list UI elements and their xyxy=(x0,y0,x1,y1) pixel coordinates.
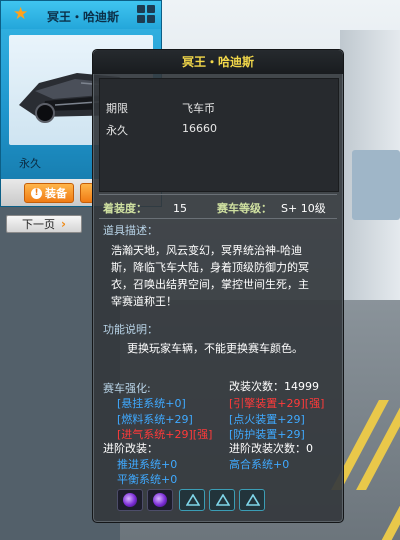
price-box: 期限 飞车币 永久 16660 xyxy=(99,78,339,192)
advanced-mod-item: 平衡系统+0 xyxy=(117,473,178,486)
item-card-title: 冥王・哈迪斯 xyxy=(47,10,120,24)
mod-count: 改装次数：14999 xyxy=(229,380,319,393)
car-level-value: S+ 10级 xyxy=(281,202,326,215)
function-text: 更换玩家车辆，不能更换赛车颜色。 xyxy=(127,342,303,355)
function-label: 功能说明： xyxy=(103,323,158,336)
price-value: 16660 xyxy=(182,122,217,135)
star-icon: ★ xyxy=(13,4,29,24)
chevron-right-icon: › xyxy=(61,217,66,231)
purple-orb-icon[interactable] xyxy=(147,489,173,511)
price-label-duration: 期限 xyxy=(106,102,128,115)
advanced-mod-item: 高合系统+0 xyxy=(229,458,290,471)
car-level-label: 赛车等级： xyxy=(217,202,272,215)
next-page-button[interactable]: 下一页 › xyxy=(6,215,82,233)
grid-icon[interactable] xyxy=(137,5,155,23)
description-line: 浩瀚天地，风云变幻，冥界统治神-哈迪 xyxy=(111,244,302,257)
triangle-icon[interactable] xyxy=(179,489,205,511)
item-card-duration: 永久 xyxy=(19,157,41,170)
triangle-icon[interactable] xyxy=(239,489,265,511)
advanced-mod-label: 进阶改装： xyxy=(103,442,158,455)
tooltip-title: 冥王・哈迪斯 xyxy=(93,50,343,74)
purple-orb-icon[interactable] xyxy=(117,489,143,511)
advanced-mod-count: 进阶改装次数：0 xyxy=(229,442,313,455)
description-line: 宰赛道称王！ xyxy=(111,295,177,308)
exclamation-icon: ! xyxy=(31,187,42,199)
divider xyxy=(99,194,337,195)
equip-button[interactable]: ! 装备 xyxy=(24,183,74,203)
description-label: 道具描述： xyxy=(103,224,158,237)
divider xyxy=(99,218,337,219)
next-page-label: 下一页 xyxy=(22,218,56,231)
price-label-permanent: 永久 xyxy=(106,124,128,137)
equip-level-label: 着装度： xyxy=(103,202,147,215)
description-line: 衣，召唤出结界空间，掌控世间生死，主 xyxy=(111,278,309,291)
price-currency: 飞车币 xyxy=(182,102,215,115)
item-tooltip: 冥王・哈迪斯 期限 飞车币 永久 16660 着装度： 15 赛车等级： S+ … xyxy=(92,49,344,523)
mod-item: [悬挂系统+0] xyxy=(117,397,186,410)
triangle-icon[interactable] xyxy=(209,489,235,511)
equip-level-value: 15 xyxy=(173,202,187,215)
description-line: 斯，降临飞车大陆，身着顶级防御力的冥 xyxy=(111,261,309,274)
equip-button-label: 装备 xyxy=(45,187,67,200)
mod-item: [引擎装置+29][强] xyxy=(229,397,325,410)
